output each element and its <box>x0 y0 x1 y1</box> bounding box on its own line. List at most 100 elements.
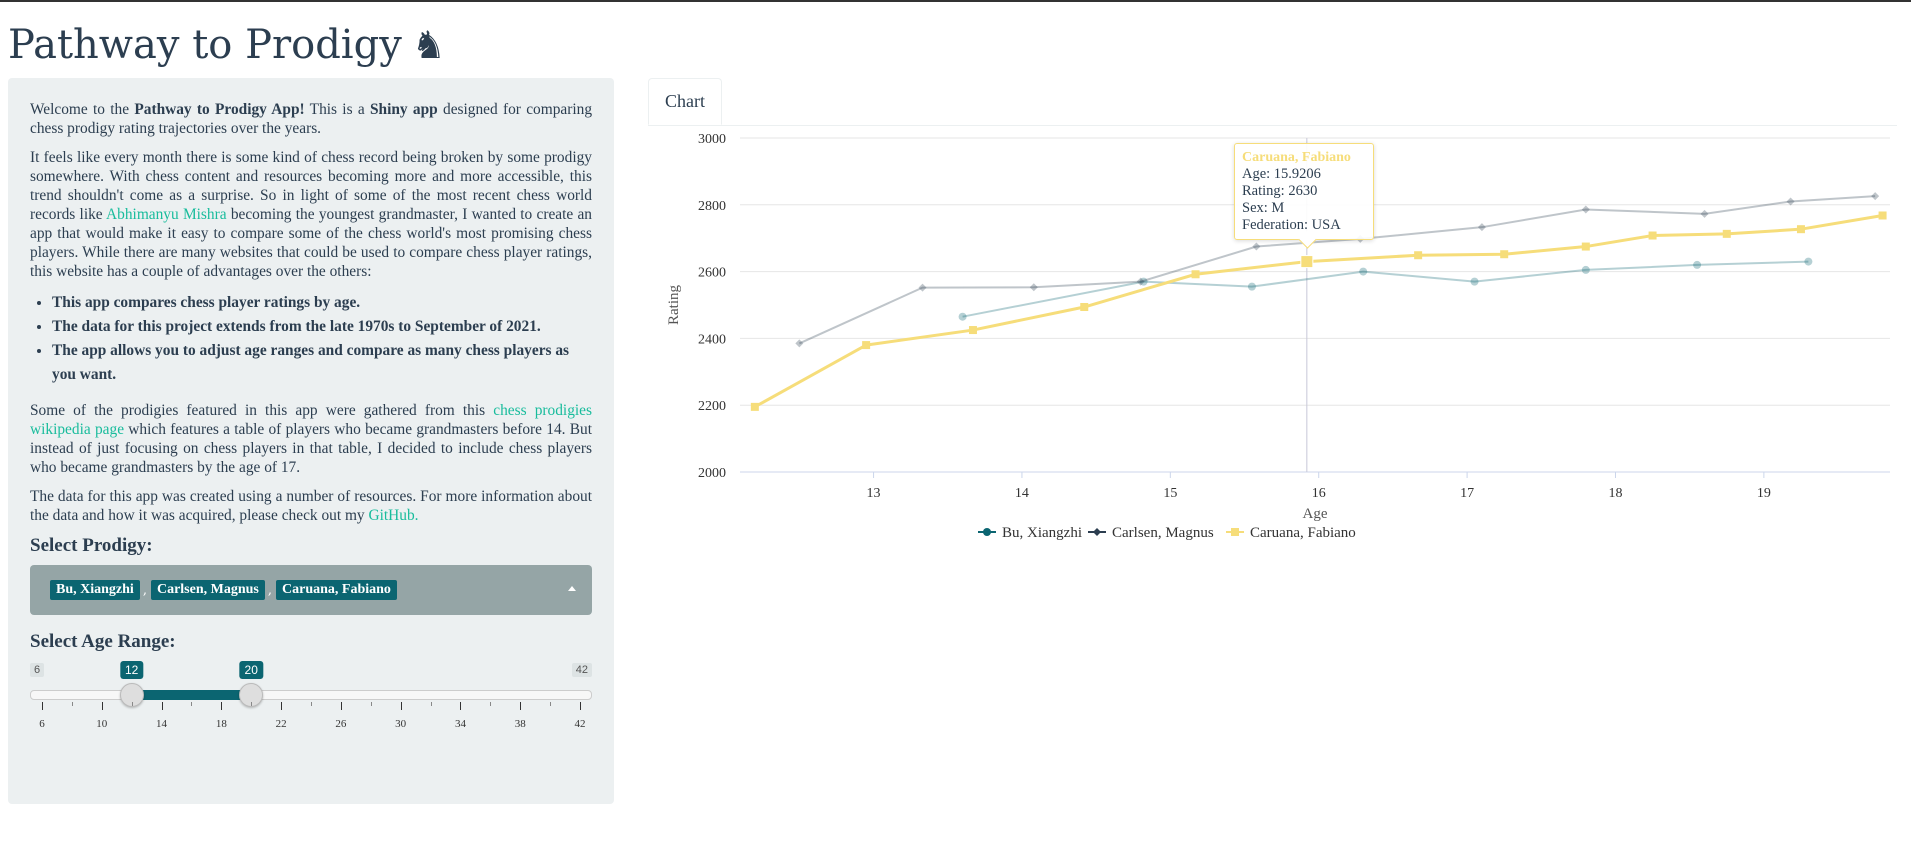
age-range-slider[interactable]: 6 42 12 20 6 10 14 18 22 26 30 34 38 42 <box>30 661 592 739</box>
x-tick-label: 18 <box>1608 486 1622 501</box>
sources-paragraph: Some of the prodigies featured in this a… <box>30 402 593 476</box>
legend-marker <box>983 528 991 536</box>
y-tick-label: 2000 <box>698 466 726 481</box>
data-point <box>1878 211 1887 220</box>
slider-tick-label: 34 <box>454 718 466 730</box>
slider-tick <box>131 702 133 706</box>
slider-track[interactable] <box>30 690 592 700</box>
prodigy-chip[interactable]: Bu, Xiangzhi <box>50 580 140 600</box>
data-point <box>1581 242 1590 251</box>
slider-tick-label: 18 <box>215 718 227 730</box>
data-point <box>1700 209 1709 218</box>
abhimanyu-mishra-link[interactable]: Abhimanyu Mishra <box>106 206 227 223</box>
tab-chart[interactable]: Chart <box>648 78 722 125</box>
data-point <box>1080 303 1089 312</box>
y-tick-label: 2600 <box>698 266 726 281</box>
data-point <box>1581 265 1590 274</box>
prodigy-select[interactable]: Bu, Xiangzhi, Carlsen, Magnus, Caruana, … <box>30 565 592 615</box>
data-point <box>918 283 927 292</box>
data-point <box>1477 223 1486 232</box>
tooltip-rating: Rating: 2630 <box>1242 183 1318 199</box>
data-point <box>1300 255 1314 269</box>
data-info-paragraph: The data for this app was created using … <box>30 488 592 524</box>
feature-item: The data for this project extends from t… <box>52 315 592 339</box>
data-point <box>1648 231 1657 240</box>
y-tick-label: 3000 <box>698 132 726 147</box>
slider-tick <box>191 702 193 706</box>
feature-item: This app compares chess player ratings b… <box>52 291 592 315</box>
sidebar-panel: Welcome to the Pathway to Prodigy App! T… <box>8 78 614 804</box>
slider-tick <box>580 702 581 710</box>
data-point <box>750 402 759 411</box>
slider-tick <box>42 702 43 710</box>
series-line <box>962 260 1809 318</box>
x-tick-label: 13 <box>867 486 881 501</box>
legend-item: Caruana, Fabiano <box>1250 525 1356 541</box>
data-point <box>1804 257 1813 266</box>
data-point <box>862 341 871 350</box>
slider-min-label: 6 <box>30 663 45 677</box>
x-tick-label: 19 <box>1757 486 1771 501</box>
legend-item: Carlsen, Magnus <box>1112 525 1214 541</box>
data-point <box>1414 251 1423 260</box>
slider-tick-label: 26 <box>335 718 347 730</box>
feature-list: This app compares chess player ratings b… <box>30 291 592 387</box>
slider-tick <box>490 702 492 706</box>
chart-tooltip: Caruana, Fabiano Age: 15.9206 Rating: 26… <box>1234 143 1374 249</box>
legend-marker <box>1231 528 1239 536</box>
data-point <box>1796 225 1805 234</box>
slider-tick <box>281 702 283 710</box>
tooltip-player-name: Caruana, Fabiano <box>1242 150 1351 165</box>
slider-tick-label: 22 <box>275 718 287 730</box>
slider-tick <box>340 702 342 710</box>
tooltip-age: Age: 15.9206 <box>1242 166 1321 182</box>
slider-tick-label: 38 <box>514 718 526 730</box>
slider-ticks: 6 10 14 18 22 26 30 34 38 42 <box>30 702 592 732</box>
x-tick-label: 17 <box>1460 486 1474 501</box>
slider-tick <box>101 702 103 710</box>
slider-selected-bar[interactable] <box>131 690 252 700</box>
legend-marker <box>1093 528 1101 536</box>
slider-tick <box>221 702 223 710</box>
app-name-bold: Pathway to Prodigy App! <box>134 101 305 118</box>
slider-tick-label: 10 <box>96 718 108 730</box>
slider-tick <box>400 702 402 710</box>
slider-max-label: 42 <box>571 663 592 677</box>
slider-tick <box>520 702 522 710</box>
data-point <box>1500 250 1509 259</box>
app-title: Pathway to Prodigy ♞ <box>8 22 446 68</box>
data-point <box>1359 267 1368 276</box>
slider-tick <box>71 702 73 706</box>
shiny-bold: Shiny app <box>369 101 438 118</box>
slider-tick-label: 6 <box>39 718 45 730</box>
data-point <box>958 312 967 321</box>
prodigy-chip[interactable]: Caruana, Fabiano <box>276 580 397 600</box>
motivation-paragraph: It feels like every month there is some … <box>30 149 592 280</box>
data-point <box>1722 229 1731 238</box>
data-point <box>1470 277 1479 286</box>
x-tick-label: 14 <box>1015 486 1029 501</box>
slider-from-label: 12 <box>119 661 144 679</box>
data-point <box>1871 192 1880 201</box>
slider-tick <box>251 702 253 706</box>
data-point <box>1693 260 1702 269</box>
chess-knight-icon: ♞ <box>411 23 446 67</box>
tooltip-sex: Sex: M <box>1242 200 1285 216</box>
prodigy-chip[interactable]: Carlsen, Magnus <box>150 580 265 600</box>
select-prodigy-label: Select Prodigy: <box>30 535 153 556</box>
intro-paragraph: Welcome to the Pathway to Prodigy App! T… <box>30 101 593 137</box>
tooltip-federation: Federation: USA <box>1242 217 1341 233</box>
data-point <box>795 339 804 348</box>
data-point <box>968 326 977 335</box>
slider-tick-label: 14 <box>156 718 168 730</box>
x-tick-label: 15 <box>1163 486 1177 501</box>
slider-tick-label: 30 <box>395 718 407 730</box>
tab-bar: Chart <box>648 78 1897 126</box>
x-tick-label: 16 <box>1312 486 1326 501</box>
github-link[interactable]: GitHub. <box>368 507 418 524</box>
caret-up-icon[interactable] <box>568 586 576 591</box>
slider-tick <box>370 702 372 706</box>
slider-tick <box>311 702 312 706</box>
y-axis-title: Rating <box>666 285 682 325</box>
feature-item: The app allows you to adjust age ranges … <box>52 339 592 387</box>
